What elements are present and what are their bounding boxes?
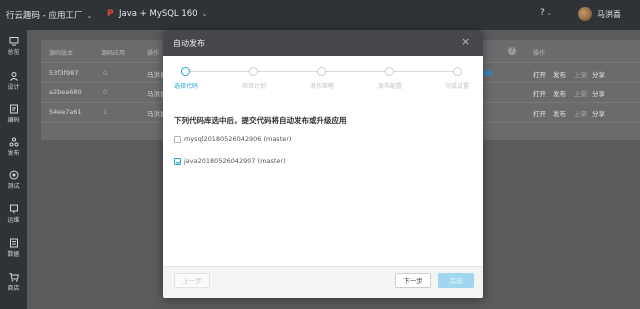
sidebar-item-data[interactable]: 数据 — [0, 238, 27, 258]
shelf-link[interactable]: 上架 — [574, 108, 587, 118]
sidebar-item-overview[interactable]: 总览 — [0, 36, 27, 56]
help-icon[interactable]: ? ⌄ — [540, 8, 552, 18]
step-dot — [249, 67, 258, 76]
sidebar-item-ops[interactable]: 运维 — [0, 204, 27, 224]
sidebar-item-publish[interactable]: 发布 — [0, 137, 27, 157]
auto-publish-dialog: 自动发布 × 选择代码 项目计划 发布策略 发布配置 完成设置 下列代码库选中后… — [163, 30, 483, 298]
option-label: java20180526042907 (master) — [184, 157, 286, 165]
table-cell: a2bea680 — [49, 88, 82, 96]
top-bar: 行云趣码 - 应用工厂 ⌄ P Java + MySQL 160 ⌄ ? ⌄ 马洪… — [0, 0, 640, 30]
publish-link[interactable]: 发布 — [553, 108, 566, 118]
step-dot — [385, 67, 394, 76]
project-icon: P — [107, 8, 114, 19]
open-link[interactable]: 打开 — [533, 69, 546, 79]
project-label: Java + MySQL 160 — [119, 9, 198, 19]
table-cell: 53f3f987 — [49, 69, 79, 77]
section-title: 下列代码库选中后，提交代码将自动发布或升级应用 — [174, 116, 347, 125]
help-icon[interactable]: ? — [508, 47, 516, 55]
monitor-icon — [9, 37, 18, 46]
sidebar-item-label: 数据 — [7, 251, 20, 258]
step-label: 选择代码 — [173, 83, 199, 90]
step-dot — [317, 67, 326, 76]
open-link[interactable]: 打开 — [533, 88, 546, 98]
sidebar: 总览 设计 编码 发布 测试 运维 数据 商店 — [0, 30, 27, 309]
dialog-footer — [163, 266, 483, 298]
sidebar-item-test[interactable]: 测试 — [0, 170, 27, 190]
user-design-icon — [9, 72, 18, 81]
done-button[interactable]: 完成 — [438, 273, 474, 288]
table-cell: 1 — [103, 108, 108, 116]
table-cell: 0 — [103, 88, 108, 96]
step-label: 项目计划 — [241, 83, 267, 90]
test-icon — [9, 170, 18, 180]
sidebar-item-store[interactable]: 商店 — [0, 272, 27, 292]
sidebar-item-label: 运维 — [7, 217, 20, 224]
publish-icon — [9, 137, 18, 147]
open-link[interactable]: 打开 — [533, 108, 546, 118]
user-name[interactable]: 马洪喜 — [597, 9, 621, 20]
ops-icon — [9, 204, 18, 214]
shelf-link[interactable]: 上架 — [574, 88, 587, 98]
sidebar-item-label: 设计 — [7, 84, 20, 91]
dialog-title: 自动发布 — [173, 39, 205, 48]
share-link[interactable]: 分享 — [592, 69, 605, 79]
sidebar-item-label: 商店 — [7, 285, 20, 292]
table-cell: 54ee7a61 — [49, 108, 82, 116]
data-icon — [9, 238, 18, 248]
shelf-link[interactable]: 上架 — [574, 69, 587, 79]
checkbox[interactable] — [174, 157, 181, 165]
avatar[interactable] — [578, 7, 592, 21]
code-icon — [9, 104, 18, 114]
step-label: 完成设置 — [444, 83, 470, 90]
share-link[interactable]: 分享 — [592, 108, 605, 118]
step-dot — [453, 67, 462, 76]
project-switcher[interactable]: P Java + MySQL 160 ⌄ — [107, 9, 207, 19]
sidebar-item-label: 发布 — [7, 150, 20, 157]
publish-link[interactable]: 发布 — [553, 69, 566, 79]
sidebar-item-label: 总览 — [7, 49, 20, 56]
repo-option[interactable]: java20180526042907 (master) — [174, 157, 286, 165]
close-icon[interactable]: × — [461, 35, 470, 48]
repo-option[interactable]: mysql20180526042906 (master) — [174, 135, 291, 143]
step-label: 发布策略 — [309, 83, 335, 90]
step-label: 发布配置 — [377, 83, 403, 90]
next-button[interactable]: 下一步 — [395, 273, 431, 288]
column-header: 操作 — [147, 50, 160, 57]
column-header: 源码应用 — [101, 50, 126, 57]
prev-button[interactable]: 上一步 — [174, 273, 210, 288]
table-cell: 0 — [103, 69, 108, 77]
option-label: mysql20180526042906 (master) — [184, 135, 292, 143]
column-header: 操作 — [533, 50, 546, 57]
app-switcher[interactable]: 行云趣码 - 应用工厂 ⌄ — [6, 9, 92, 21]
share-link[interactable]: 分享 — [592, 88, 605, 98]
publish-link[interactable]: 发布 — [553, 88, 566, 98]
sidebar-item-label: 编码 — [7, 117, 20, 124]
sidebar-item-code[interactable]: 编码 — [0, 104, 27, 124]
brand-label: 行云趣码 - 应用工厂 — [6, 11, 83, 21]
step-dot — [181, 67, 190, 76]
checkbox[interactable] — [174, 135, 181, 143]
dialog-header: 自动发布 × — [163, 30, 483, 56]
chevron-down-icon: ⌄ — [201, 10, 208, 18]
sidebar-item-label: 测试 — [7, 183, 20, 190]
cart-icon — [9, 273, 19, 282]
sidebar-item-design[interactable]: 设计 — [0, 71, 27, 91]
chevron-down-icon: ⌄ — [86, 12, 93, 20]
auto-toggle[interactable] — [483, 70, 493, 76]
column-header: 源码版本 — [49, 50, 74, 57]
